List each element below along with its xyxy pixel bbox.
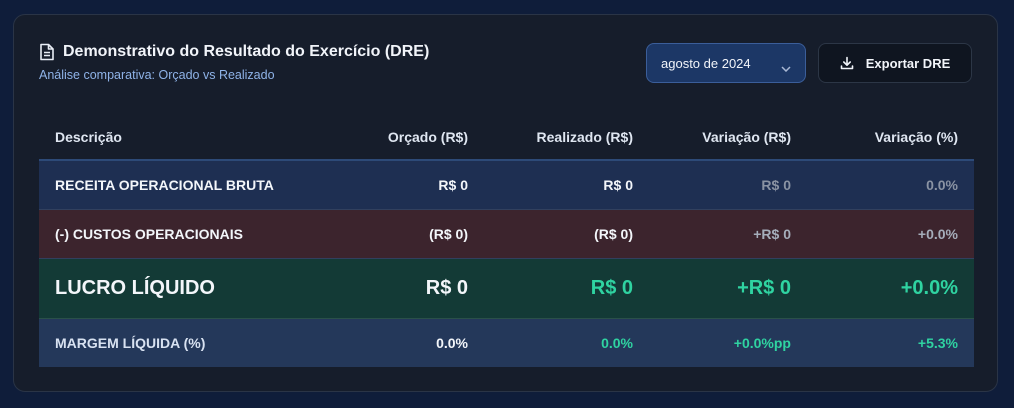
table-row-custos[interactable]: (-) CUSTOS OPERACIONAIS (R$ 0) (R$ 0) +R… [39, 210, 974, 259]
cell-orcado: R$ 0 [438, 177, 468, 193]
col-realizado[interactable]: Realizado (R$) [484, 129, 649, 145]
col-descricao[interactable]: Descrição [39, 129, 324, 145]
col-variacao-pct[interactable]: Variação (%) [807, 129, 974, 145]
cell-realizado: 0.0% [601, 335, 633, 351]
cell-variacao-rs: R$ 0 [761, 177, 791, 193]
cell-orcado: R$ 0 [425, 277, 468, 299]
dre-table: Descrição Orçado (R$) Realizado (R$) Var… [39, 115, 974, 367]
col-variacao-rs[interactable]: Variação (R$) [649, 129, 807, 145]
table-row-margem[interactable]: MARGEM LÍQUIDA (%) 0.0% 0.0% +0.0%pp +5.… [39, 319, 974, 367]
page-title: Demonstrativo do Resultado do Exercício … [63, 43, 430, 60]
cell-descricao: LUCRO LÍQUIDO [55, 277, 215, 299]
cell-variacao-pct: +0.0% [917, 226, 958, 242]
download-icon [840, 56, 854, 70]
page-subtitle: Análise comparativa: Orçado vs Realizado [39, 68, 275, 82]
col-orcado[interactable]: Orçado (R$) [324, 129, 484, 145]
period-select[interactable]: agosto de 2024 [646, 43, 806, 83]
table-row-lucro[interactable]: LUCRO LÍQUIDO R$ 0 R$ 0 +R$ 0 +0.0% [39, 259, 974, 319]
cell-variacao-pct: +5.3% [917, 335, 958, 351]
dre-card: Demonstrativo do Resultado do Exercício … [13, 14, 998, 392]
cell-variacao-rs: +R$ 0 [753, 226, 791, 242]
cell-variacao-pct: 0.0% [926, 177, 958, 193]
table-header: Descrição Orçado (R$) Realizado (R$) Var… [39, 115, 974, 161]
export-dre-label: Exportar DRE [865, 55, 951, 71]
cell-orcado: 0.0% [436, 335, 468, 351]
cell-descricao: RECEITA OPERACIONAL BRUTA [55, 177, 274, 193]
cell-realizado: R$ 0 [603, 177, 633, 193]
cell-realizado: R$ 0 [590, 277, 633, 299]
cell-variacao-rs: +R$ 0 [737, 277, 791, 299]
cell-descricao: MARGEM LÍQUIDA (%) [55, 335, 206, 351]
cell-orcado: (R$ 0) [429, 226, 468, 242]
header-controls: agosto de 2024 Exportar DRE [646, 43, 972, 83]
cell-realizado: (R$ 0) [594, 226, 633, 242]
cell-variacao-pct: +0.0% [900, 277, 958, 299]
cell-variacao-rs: +0.0%pp [733, 335, 791, 351]
document-icon [39, 43, 55, 61]
chevron-down-icon [781, 60, 791, 73]
period-select-value: agosto de 2024 [661, 55, 751, 71]
export-dre-button[interactable]: Exportar DRE [818, 43, 972, 83]
table-row-receita[interactable]: RECEITA OPERACIONAL BRUTA R$ 0 R$ 0 R$ 0… [39, 161, 974, 210]
cell-descricao: (-) CUSTOS OPERACIONAIS [55, 226, 243, 242]
card-header: Demonstrativo do Resultado do Exercício … [39, 43, 429, 82]
